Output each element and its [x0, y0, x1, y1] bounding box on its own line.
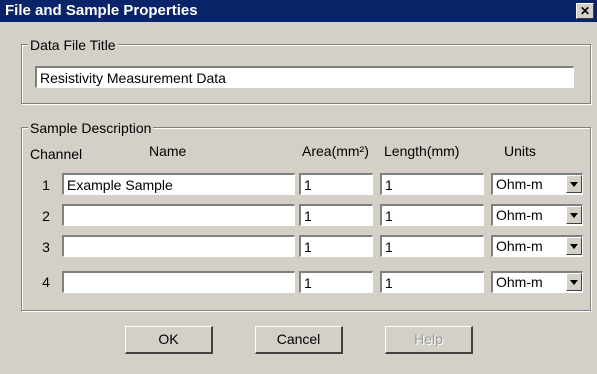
units-value-2: Ohm-m: [496, 207, 543, 223]
channel-header: Channel: [30, 146, 83, 162]
length-header: Length(mm): [384, 143, 460, 159]
length-input-3[interactable]: 1: [380, 235, 484, 257]
close-icon[interactable]: ✕: [576, 3, 594, 19]
ok-button[interactable]: OK: [125, 326, 213, 354]
chevron-down-icon[interactable]: [566, 206, 582, 224]
units-value-3: Ohm-m: [496, 238, 543, 254]
sample-name-input-3[interactable]: [62, 235, 295, 257]
area-input-2[interactable]: 1: [299, 204, 373, 226]
length-input-1[interactable]: 1: [380, 173, 484, 195]
area-header: Area(mm²): [302, 143, 369, 159]
sample-name-input-4[interactable]: [62, 271, 295, 293]
sample-name-input-2[interactable]: [62, 204, 295, 226]
area-input-3[interactable]: 1: [299, 235, 373, 257]
channel-number-4: 4: [42, 274, 50, 290]
channel-number-2: 2: [42, 208, 50, 224]
chevron-down-icon[interactable]: [566, 237, 582, 255]
cancel-button[interactable]: Cancel: [255, 326, 343, 354]
units-header: Units: [504, 143, 536, 159]
units-value-1: Ohm-m: [496, 176, 543, 192]
sample-description-label: Sample Description: [28, 120, 154, 136]
sample-name-input-1[interactable]: Example Sample: [62, 173, 295, 195]
channel-number-1: 1: [42, 177, 50, 193]
area-input-1[interactable]: 1: [299, 173, 373, 195]
area-input-4[interactable]: 1: [299, 271, 373, 293]
data-file-title-label: Data File Title: [28, 37, 118, 53]
units-select-3[interactable]: Ohm-m: [491, 235, 583, 257]
channel-number-3: 3: [42, 239, 50, 255]
chevron-down-icon[interactable]: [566, 175, 582, 193]
length-input-2[interactable]: 1: [380, 204, 484, 226]
name-header: Name: [149, 143, 187, 159]
units-value-4: Ohm-m: [496, 274, 543, 290]
length-input-4[interactable]: 1: [380, 271, 484, 293]
chevron-down-icon[interactable]: [566, 273, 582, 291]
window-title: File and Sample Properties: [5, 2, 198, 19]
title-bar: File and Sample Properties ✕: [0, 0, 597, 22]
units-select-4[interactable]: Ohm-m: [491, 271, 583, 293]
help-button[interactable]: Help: [385, 326, 473, 354]
data-file-title-input[interactable]: Resistivity Measurement Data: [35, 66, 574, 88]
units-select-2[interactable]: Ohm-m: [491, 204, 583, 226]
units-select-1[interactable]: Ohm-m: [491, 173, 583, 195]
